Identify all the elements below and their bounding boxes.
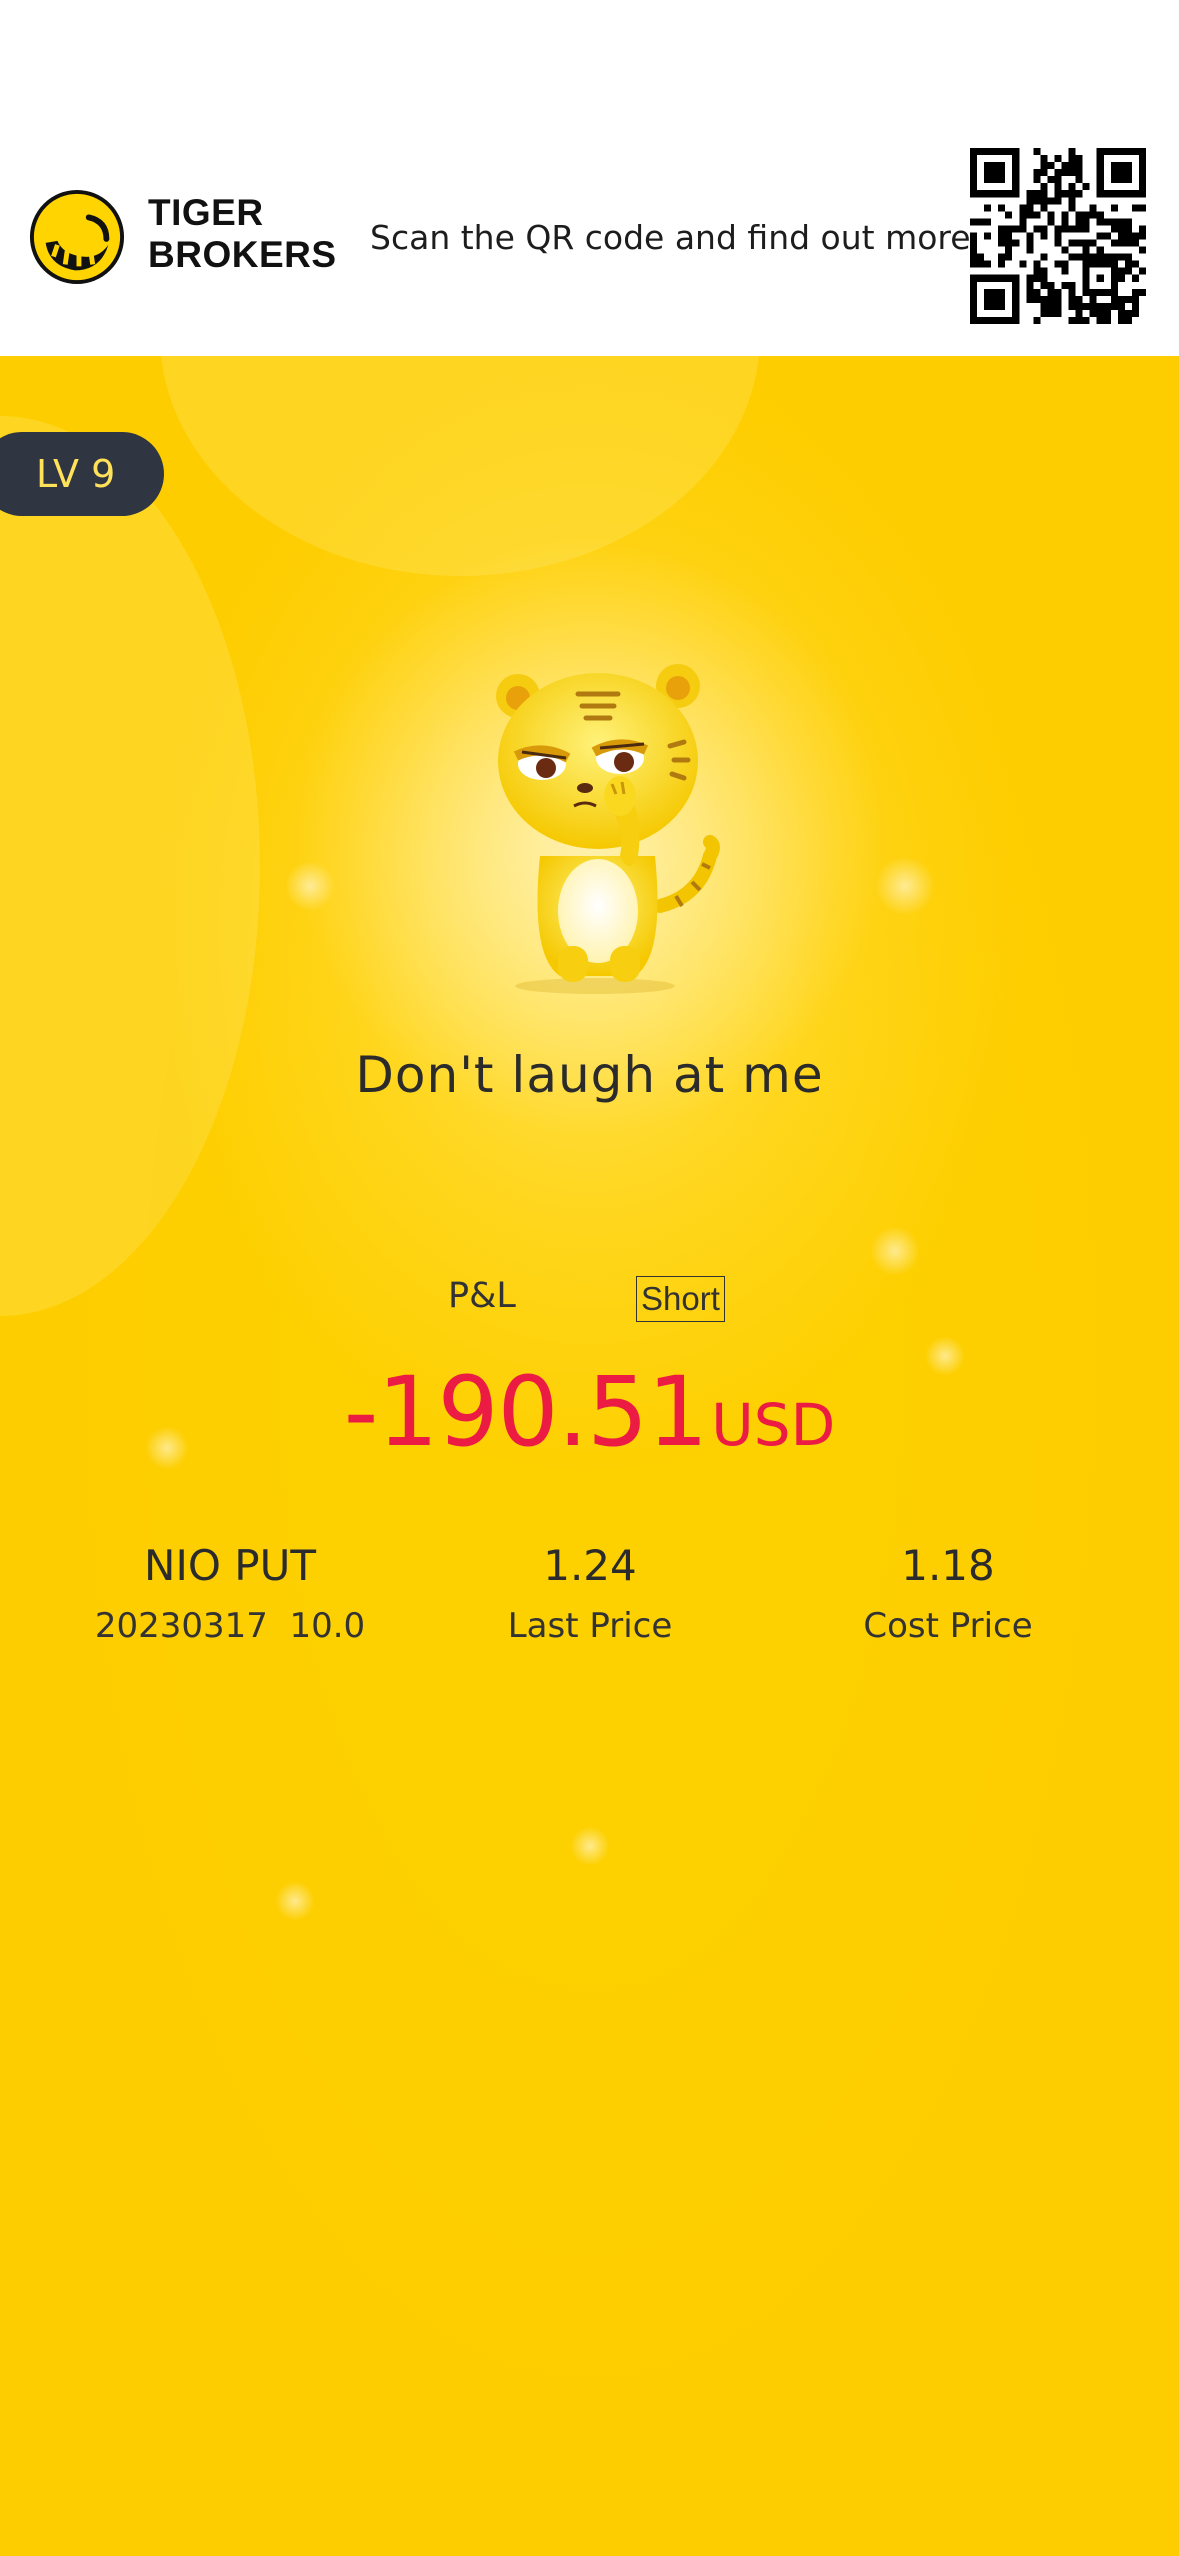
background-swirl xyxy=(160,356,760,576)
brand-name: TIGER BROKERS xyxy=(148,192,337,276)
sparkle xyxy=(285,861,335,911)
tiger-brokers-logo-icon xyxy=(29,189,125,285)
level-label: LV 9 xyxy=(36,452,116,496)
pnl-amount: -190.51 xyxy=(343,1356,709,1468)
pnl-card: LV 9 Don't laugh at me P&L Short -190.51… xyxy=(0,356,1179,2556)
level-badge: LV 9 xyxy=(0,432,164,516)
position-side-tag: Short xyxy=(636,1276,725,1322)
sparkle xyxy=(870,1226,920,1276)
sparkle xyxy=(570,1826,610,1866)
contract-details: 20230317 10.0 xyxy=(94,1606,366,1646)
mood-caption: Don't laugh at me xyxy=(355,1046,824,1104)
stat-last-price: 1.24 Last Price xyxy=(400,1536,780,1656)
share-card-page: TIGER BROKERS Scan the QR code and find … xyxy=(0,0,1179,2556)
stat-cost-price: 1.18 Cost Price xyxy=(758,1536,1138,1656)
brand-line-2: BROKERS xyxy=(148,234,337,275)
pnl-currency: USD xyxy=(711,1391,836,1459)
cost-price-value: 1.18 xyxy=(901,1541,995,1590)
brand-line-1: TIGER xyxy=(148,192,264,233)
header: TIGER BROKERS Scan the QR code and find … xyxy=(0,0,1179,356)
scan-qr-text: Scan the QR code and find out more xyxy=(370,218,971,257)
pnl-label: P&L xyxy=(448,1276,516,1316)
sparkle xyxy=(875,856,935,916)
cost-price-label: Cost Price xyxy=(863,1606,1033,1646)
last-price-value: 1.24 xyxy=(543,1541,637,1590)
qr-code-icon[interactable] xyxy=(970,148,1146,324)
sparkle xyxy=(275,1881,315,1921)
symbol-name: NIO PUT xyxy=(144,1541,316,1590)
pnl-value: -190.51USD xyxy=(0,1356,1179,1468)
tiger-mascot-icon xyxy=(496,664,720,994)
stat-symbol: NIO PUT 20230317 10.0 xyxy=(40,1536,420,1656)
last-price-label: Last Price xyxy=(507,1606,673,1646)
background-swirl xyxy=(0,416,260,1316)
